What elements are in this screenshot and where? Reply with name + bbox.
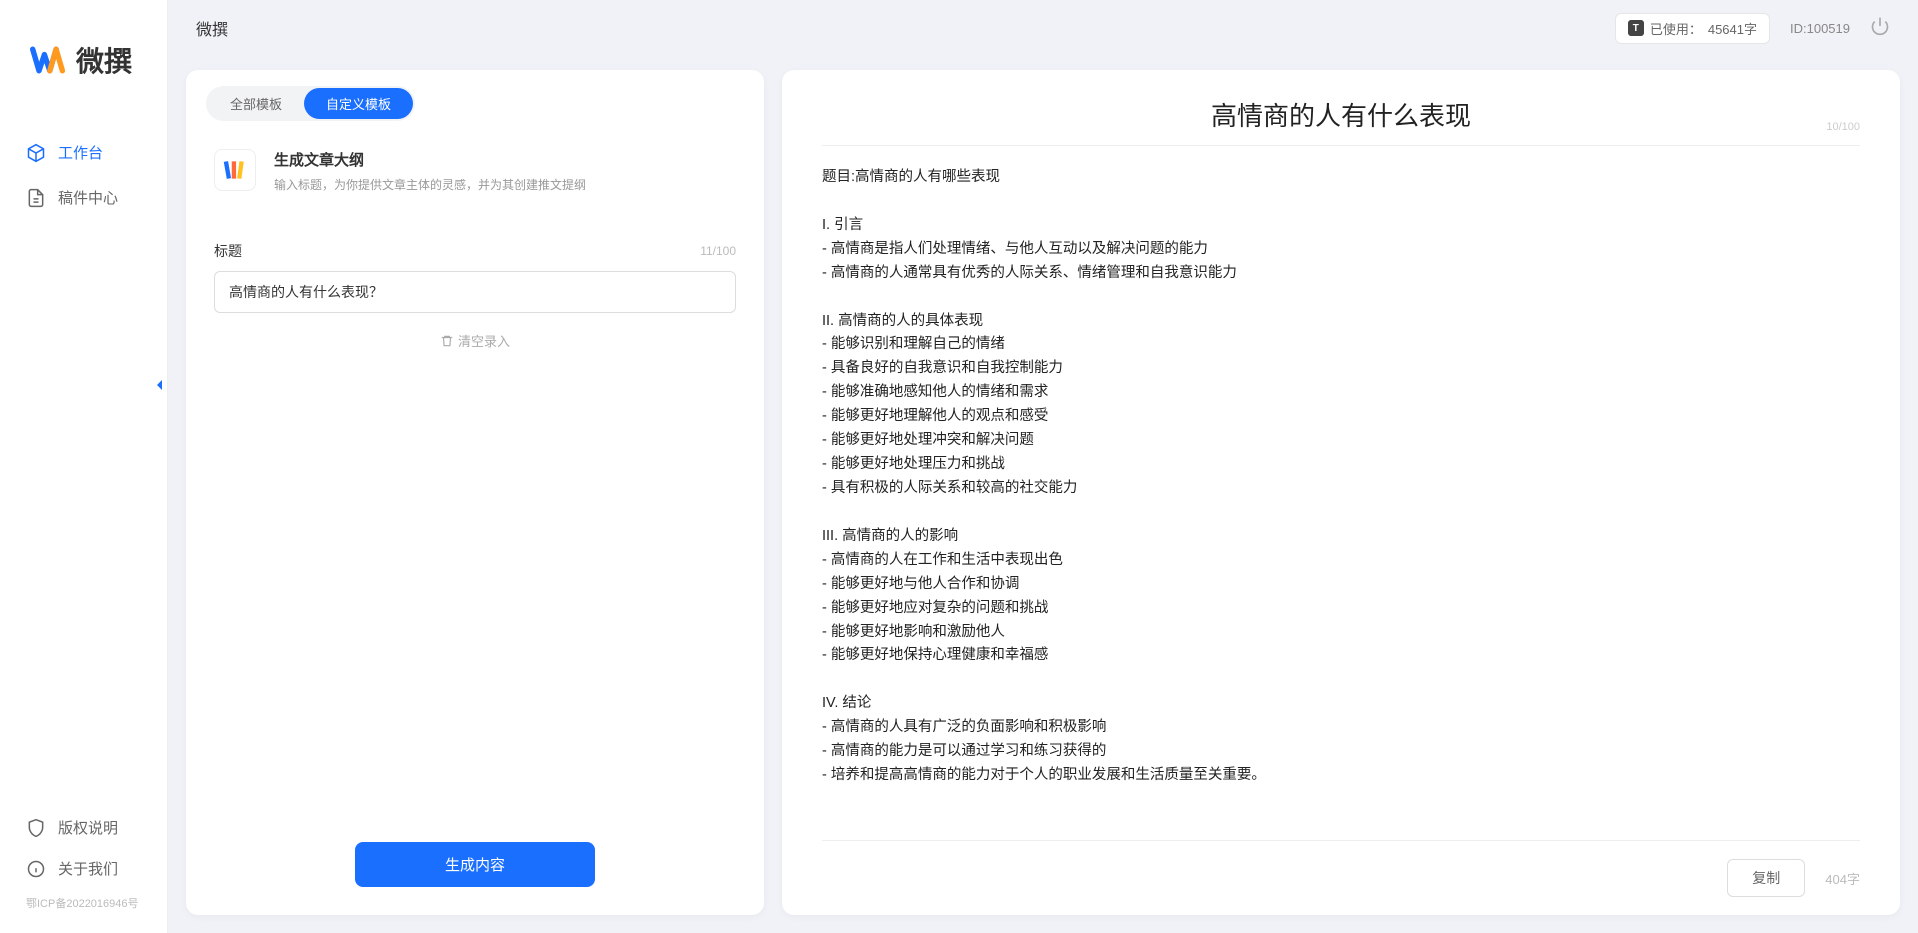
result-heading: 高情商的人有什么表现	[822, 96, 1860, 133]
power-button[interactable]	[1870, 16, 1890, 41]
sidebar-bottom: 版权说明 关于我们 鄂ICP备2022016946号	[0, 807, 167, 933]
sidebar-item-label: 版权说明	[58, 817, 118, 838]
shield-icon	[26, 818, 46, 838]
usage-badge[interactable]: T 已使用： 45641字	[1615, 13, 1770, 44]
usage-label: 已使用：	[1650, 19, 1702, 38]
icp-label: 鄂ICP备2022016946号	[0, 889, 167, 921]
page-title: 微撰	[196, 16, 1595, 40]
title-input[interactable]	[214, 271, 736, 313]
label-row: 标题 11/100	[214, 241, 736, 261]
right-panel: 高情商的人有什么表现 10/100 题目:高情商的人有哪些表现 I. 引言 - …	[782, 70, 1900, 915]
logo-icon	[30, 42, 66, 78]
sidebar-item-about[interactable]: 关于我们	[0, 848, 167, 889]
tab-all-templates[interactable]: 全部模板	[208, 88, 304, 119]
left-panel: 全部模板 自定义模板 生成文章大纲 输入标题，为你提供文章主体的灵感，并为其创建…	[186, 70, 764, 915]
eraser-icon	[440, 334, 454, 348]
result-word-count: 404字	[1825, 869, 1860, 888]
template-card: 生成文章大纲 输入标题，为你提供文章主体的灵感，并为其创建推文提纲	[186, 131, 764, 211]
nav-item-workbench[interactable]: 工作台	[0, 130, 167, 175]
user-id: ID:100519	[1790, 21, 1850, 36]
logo: 微撰	[0, 0, 167, 110]
text-icon: T	[1628, 20, 1644, 36]
tabs-inner: 全部模板 自定义模板	[206, 86, 415, 121]
nav-item-drafts[interactable]: 稿件中心	[0, 175, 167, 220]
cube-icon	[26, 143, 46, 163]
generate-button[interactable]: 生成内容	[355, 842, 595, 887]
template-info: 生成文章大纲 输入标题，为你提供文章主体的灵感，并为其创建推文提纲	[274, 149, 586, 193]
tabs: 全部模板 自定义模板	[186, 70, 764, 131]
template-icon	[214, 149, 256, 191]
result-body[interactable]: 题目:高情商的人有哪些表现 I. 引言 - 高情商是指人们处理情绪、与他人互动以…	[782, 146, 1900, 840]
clear-label: 清空录入	[458, 331, 510, 350]
sidebar-collapse-handle[interactable]	[150, 370, 168, 400]
document-icon	[26, 188, 46, 208]
books-icon	[222, 157, 248, 183]
sidebar: 微撰 工作台 稿件中心 版权说明 关于我们 鄂ICP备2022016946号	[0, 0, 168, 933]
content: 全部模板 自定义模板 生成文章大纲 输入标题，为你提供文章主体的灵感，并为其创建…	[168, 56, 1918, 933]
title-label: 标题	[214, 241, 700, 261]
sidebar-item-copyright[interactable]: 版权说明	[0, 807, 167, 848]
top-bar: 微撰 T 已使用： 45641字 ID:100519	[168, 0, 1918, 56]
sidebar-item-label: 关于我们	[58, 858, 118, 879]
nav-item-label: 稿件中心	[58, 187, 118, 208]
power-icon	[1870, 16, 1890, 36]
template-desc: 输入标题，为你提供文章主体的灵感，并为其创建推文提纲	[274, 176, 586, 193]
copy-button[interactable]: 复制	[1727, 859, 1805, 897]
template-title: 生成文章大纲	[274, 149, 586, 170]
title-char-count: 11/100	[700, 244, 736, 258]
clear-input-button[interactable]: 清空录入	[214, 313, 736, 368]
nav-items: 工作台 稿件中心	[0, 110, 167, 807]
usage-value: 45641字	[1708, 19, 1757, 38]
result-footer: 复制 404字	[822, 840, 1860, 915]
form-section: 标题 11/100 清空录入	[186, 211, 764, 842]
result-header: 高情商的人有什么表现 10/100	[782, 70, 1900, 145]
heading-char-count: 10/100	[1826, 121, 1860, 133]
tab-custom-templates[interactable]: 自定义模板	[304, 88, 413, 119]
logo-text: 微撰	[76, 40, 132, 80]
info-icon	[26, 859, 46, 879]
chevron-left-icon	[153, 377, 165, 393]
nav-item-label: 工作台	[58, 142, 103, 163]
main: 微撰 T 已使用： 45641字 ID:100519 全部模板 自定义模板	[168, 0, 1918, 933]
